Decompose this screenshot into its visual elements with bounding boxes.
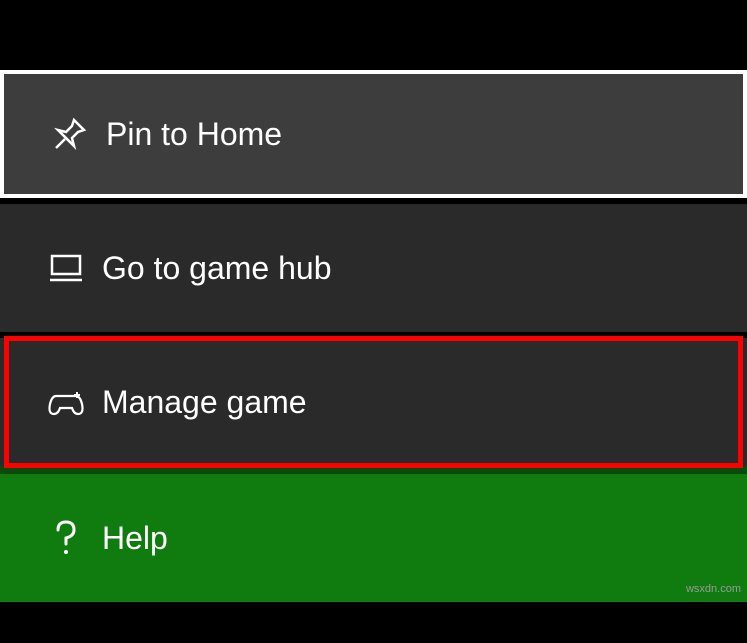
context-menu: Pin to Home Go to game hub Manage game (0, 0, 747, 602)
controller-icon (30, 384, 102, 420)
menu-item-label: Pin to Home (106, 116, 282, 153)
gap (0, 466, 747, 474)
menu-item-label: Help (102, 520, 168, 557)
spacer (0, 0, 747, 70)
menu-item-game-hub[interactable]: Go to game hub (0, 204, 747, 332)
menu-item-pin-to-home[interactable]: Pin to Home (0, 70, 747, 198)
question-icon (30, 518, 102, 558)
hub-icon (30, 250, 102, 286)
menu-item-manage-game[interactable]: Manage game (0, 338, 747, 466)
watermark: wsxdn.com (686, 583, 741, 595)
highlight-wrapper: Manage game (0, 338, 747, 466)
menu-item-label: Go to game hub (102, 250, 331, 287)
menu-item-help[interactable]: Help (0, 474, 747, 602)
pin-icon (34, 116, 106, 152)
menu-item-label: Manage game (102, 384, 307, 421)
